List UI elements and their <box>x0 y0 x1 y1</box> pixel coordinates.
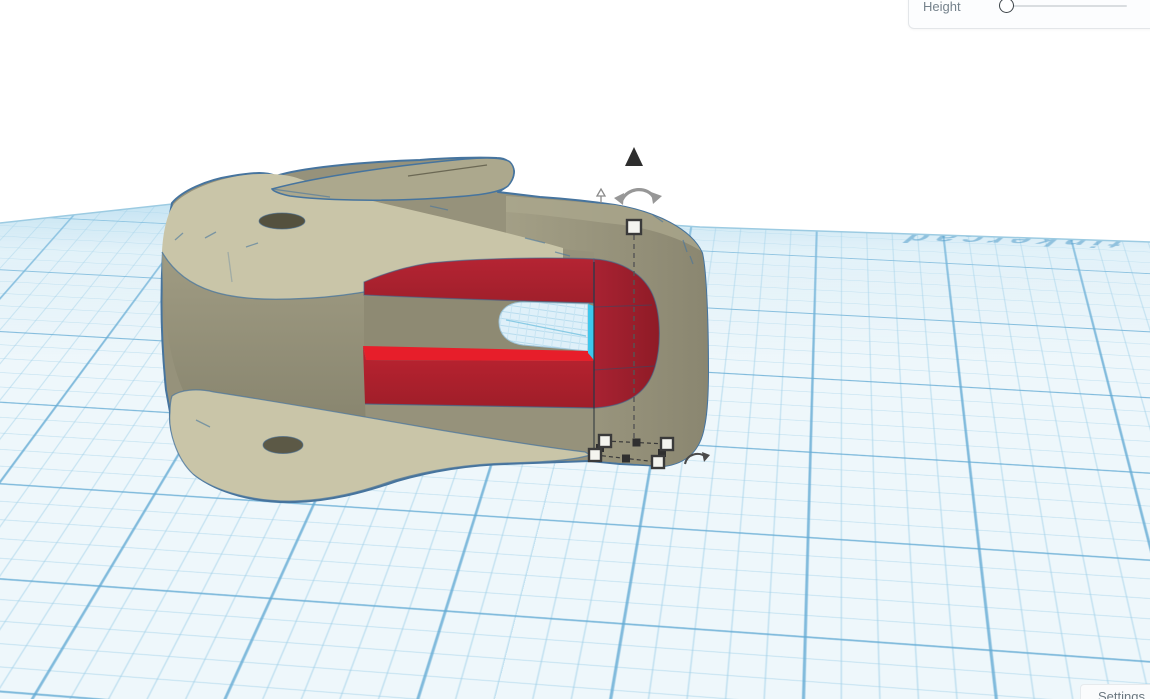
mini-up-arrow-icon[interactable] <box>595 187 607 203</box>
height-slider-track[interactable] <box>1011 5 1127 7</box>
scene-canvas <box>0 147 1150 504</box>
height-label: Height <box>923 0 961 14</box>
rotate-handle-top[interactable] <box>614 188 662 205</box>
move-up-cone-icon[interactable] <box>625 147 643 166</box>
rotate-arrowhead-right-icon <box>651 192 662 204</box>
settings-button[interactable]: Settings <box>1080 684 1150 699</box>
rotate-arrowhead-left-icon <box>614 193 624 205</box>
scale-handle-top[interactable] <box>625 218 643 236</box>
scale-handle-back-right[interactable] <box>659 436 675 452</box>
height-slider-knob[interactable] <box>999 0 1014 13</box>
height-slider[interactable] <box>997 0 1150 14</box>
model-bracket[interactable] <box>160 156 709 504</box>
foot-hole <box>262 436 304 454</box>
edge-handle-back[interactable] <box>632 438 641 447</box>
scale-handle-back-left[interactable] <box>597 433 613 449</box>
scale-handle-front-right[interactable] <box>650 454 666 470</box>
scale-handle-front-left[interactable] <box>587 447 603 463</box>
slot-inner-edge-cyan <box>588 304 594 360</box>
top-hole <box>258 212 306 230</box>
rotate-arrowhead-icon <box>702 452 710 462</box>
3d-viewport[interactable]: tinkercad Height Settings <box>0 0 1150 699</box>
edge-handle-front[interactable] <box>622 454 630 463</box>
height-panel: Height 20 <box>908 0 1150 29</box>
